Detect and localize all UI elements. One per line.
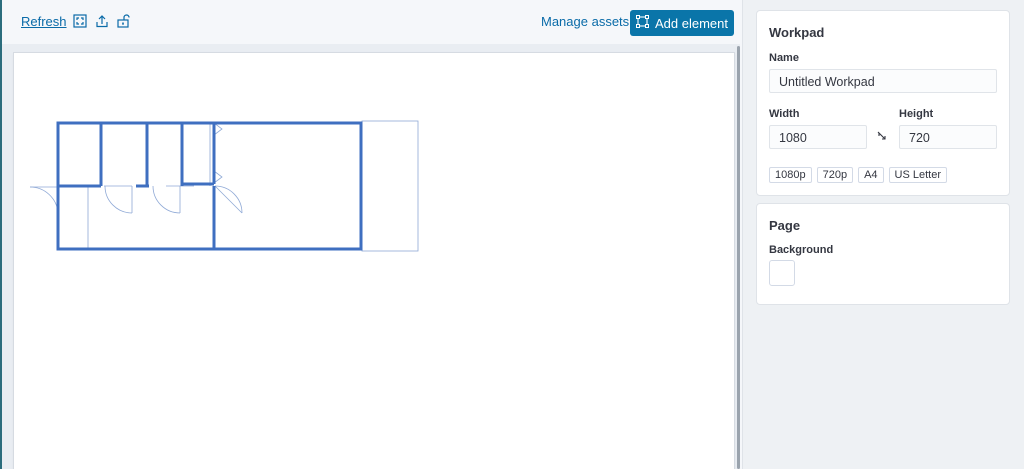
background-color-swatch[interactable] xyxy=(769,260,795,286)
add-element-button[interactable]: Add element xyxy=(630,10,734,36)
workpad-page[interactable] xyxy=(14,53,734,469)
preset-1080p[interactable]: 1080p xyxy=(769,167,812,183)
height-label: Height xyxy=(899,108,934,120)
preset-720p[interactable]: 720p xyxy=(816,167,854,183)
add-element-label: Add element xyxy=(655,15,728,31)
canvas-stage xyxy=(2,44,740,469)
lock-icon[interactable] xyxy=(116,14,130,28)
floorplan-image[interactable] xyxy=(14,53,734,469)
size-presets: 1080p 720p A4 US Letter xyxy=(769,167,948,183)
background-label: Background xyxy=(769,244,834,256)
name-input[interactable]: Untitled Workpad xyxy=(769,69,997,93)
width-label: Width xyxy=(769,108,800,120)
swap-dimensions-icon[interactable] xyxy=(875,129,889,143)
workpad-editor: Refresh Manage assets Add element Workpa… xyxy=(0,0,1024,469)
sidebar: Workpad Name Untitled Workpad Width 1080… xyxy=(742,0,1024,469)
workpad-panel: Workpad Name Untitled Workpad Width 1080… xyxy=(756,10,1010,196)
height-input[interactable]: 720 xyxy=(899,125,997,149)
fullscreen-icon[interactable] xyxy=(73,14,87,28)
refresh-link[interactable]: Refresh xyxy=(21,14,67,29)
preset-us-letter[interactable]: US Letter xyxy=(888,167,948,183)
share-icon[interactable] xyxy=(95,14,109,28)
name-label: Name xyxy=(769,52,799,64)
page-panel: Page Background xyxy=(756,203,1010,305)
toolbar: Refresh Manage assets Add element xyxy=(2,0,742,44)
workpad-panel-title: Workpad xyxy=(769,25,825,40)
manage-assets-link[interactable]: Manage assets xyxy=(541,14,629,29)
width-input[interactable]: 1080 xyxy=(769,125,867,149)
add-element-icon xyxy=(636,15,649,31)
canvas-scrollbar[interactable] xyxy=(737,46,740,469)
page-panel-title: Page xyxy=(769,218,801,233)
preset-a4[interactable]: A4 xyxy=(858,167,884,183)
